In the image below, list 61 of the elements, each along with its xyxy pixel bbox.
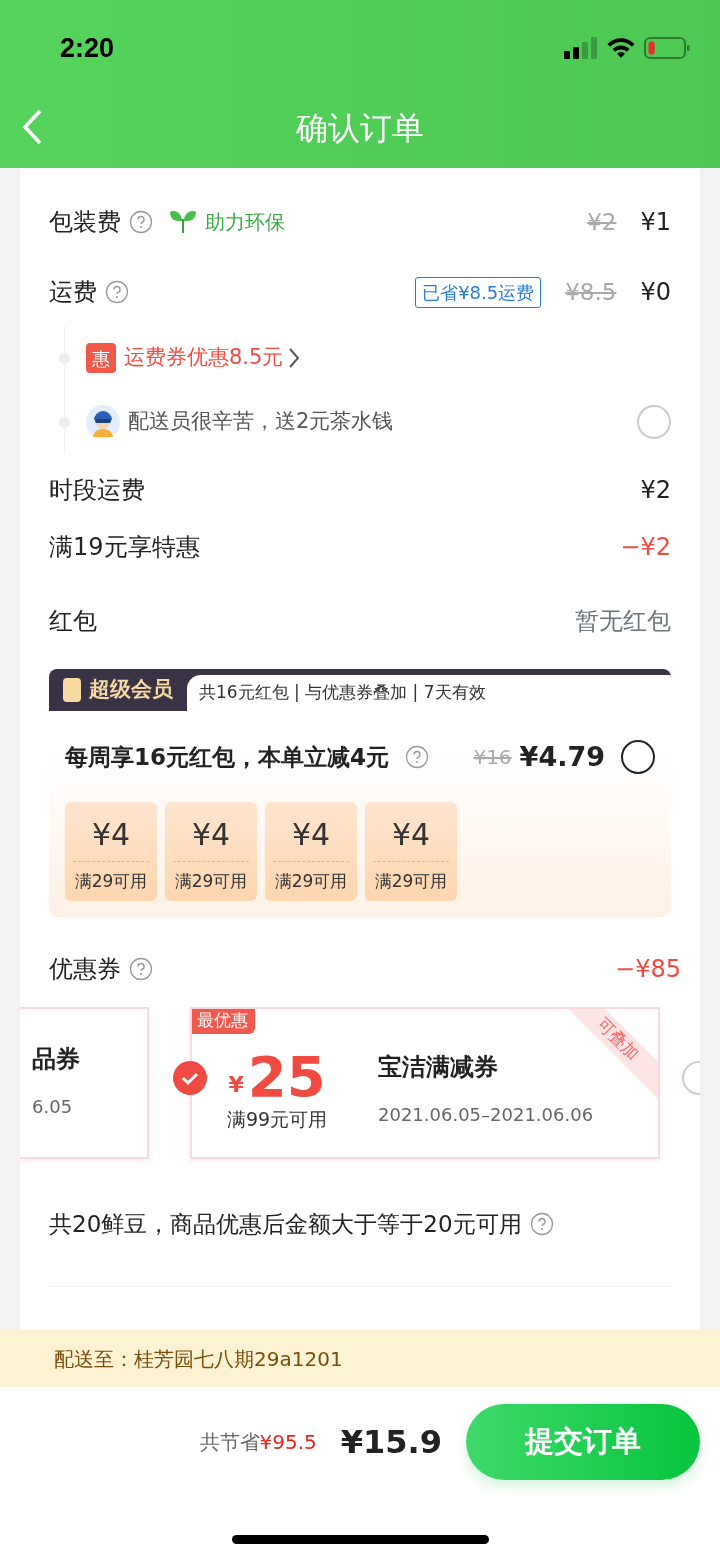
card-icon [63, 678, 81, 702]
vip-radio[interactable] [621, 740, 655, 775]
coupon-condition: 满99元可用 [225, 1106, 329, 1132]
help-icon[interactable] [105, 280, 129, 304]
coupon-dates: 6.05 [32, 1094, 74, 1119]
tip-text: 配送员很辛苦，送2元茶水钱 [128, 408, 394, 436]
fee-label: 包装费 [49, 207, 121, 238]
row-label: 满19元享特惠 [49, 531, 200, 563]
saved-badge: 已省¥8.5运费 [415, 276, 542, 308]
row-label: 时段运费 [49, 474, 145, 506]
original-price: ¥2 [587, 207, 617, 237]
courier-avatar-icon [86, 405, 120, 439]
coupon-dates: 2021.06.05–2021.06.06 [378, 1102, 594, 1127]
row-label: 红包 [49, 606, 97, 637]
back-button[interactable] [20, 108, 44, 146]
chevron-right-icon[interactable] [287, 346, 302, 370]
original-price: ¥8.5 [565, 277, 617, 307]
fee-price: ¥0 [640, 277, 671, 308]
signal-icon [564, 37, 598, 59]
order-total: ¥15.9 [340, 1422, 442, 1463]
savings-label: 共节省 [199, 1429, 260, 1456]
fee-price: ¥1 [640, 207, 671, 238]
coupon-discount-link[interactable]: 运费券优惠8.5元 [124, 342, 284, 374]
fee-label: 运费 [49, 277, 97, 308]
help-icon[interactable] [405, 745, 430, 770]
voucher-tile: ¥4 满29可用 [65, 801, 157, 901]
coupon-amount: 25 [247, 1048, 326, 1105]
vip-offer: 每周享16元红包，本单立减4元 [65, 743, 390, 772]
vip-label: 超级会员 [49, 669, 187, 711]
beans-info: 共20鲜豆，商品优惠后金额大于等于20元可用 [49, 1209, 522, 1239]
help-icon[interactable] [129, 210, 153, 234]
battery-icon [644, 36, 690, 60]
page-title: 确认订单 [296, 108, 424, 149]
eco-tag: 助力环保 [205, 207, 285, 237]
leaf-icon [169, 209, 197, 235]
savings-amount: ¥95.5 [259, 1429, 317, 1456]
currency-sign: ¥ [228, 1070, 244, 1099]
coupon-card[interactable]: 品券 6.05 [20, 1006, 149, 1159]
help-icon[interactable] [529, 1212, 554, 1236]
delivery-address: 配送至：桂芳园七八期29a1201 [0, 1330, 720, 1387]
tip-radio[interactable] [637, 405, 671, 439]
coupon-total: −¥85 [615, 953, 681, 985]
voucher-tile: ¥4 满29可用 [165, 801, 257, 901]
discount-tag: 惠 [86, 343, 116, 373]
voucher-tile: ¥4 满29可用 [265, 801, 357, 901]
coupon-label: 优惠券 [49, 953, 121, 985]
coupon-title: 品券 [32, 1043, 81, 1075]
voucher-tile: ¥4 满29可用 [365, 801, 457, 901]
check-icon[interactable] [173, 1060, 207, 1095]
row-value: ¥2 [640, 474, 671, 506]
vip-perks: 共16元红包 | 与优惠券叠加 | 7天有效 [187, 675, 671, 711]
wifi-icon [606, 37, 636, 59]
status-time: 2:20 [60, 31, 115, 65]
original-price: ¥16 [473, 744, 512, 772]
help-icon[interactable] [129, 956, 153, 981]
coupon-card[interactable]: 最优惠 可叠加 ¥25 满99元可用 宝洁满减券 2021.06.05–2021.06.06 [190, 1006, 660, 1159]
vip-price: ¥4.79 [519, 740, 605, 774]
coupon-title: 宝洁满减券 [378, 1051, 499, 1083]
best-deal-tag: 最优惠 [192, 1008, 255, 1034]
row-value: 暂无红包 [575, 606, 671, 637]
row-value: −¥2 [620, 531, 671, 563]
